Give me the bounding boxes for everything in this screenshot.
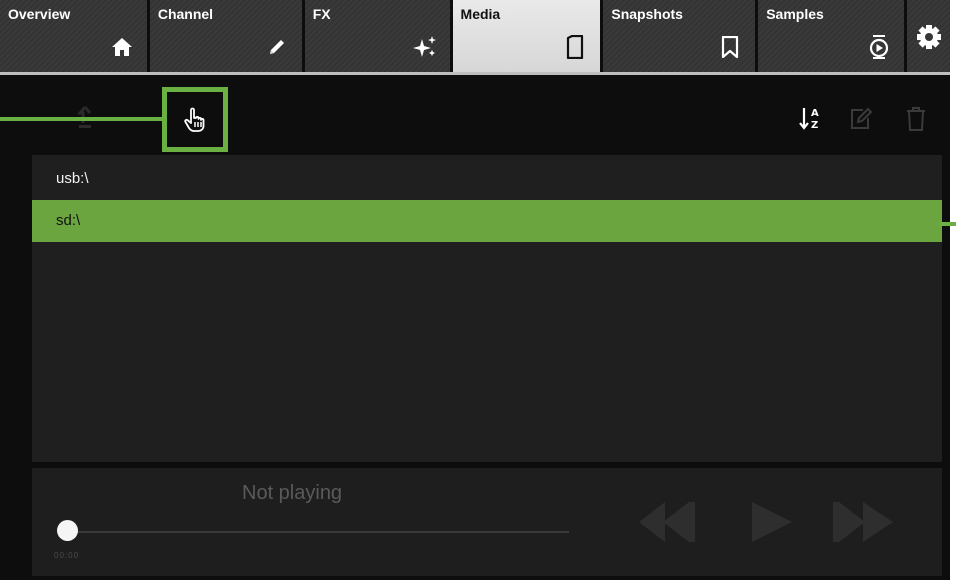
trash-icon[interactable] [900, 103, 932, 135]
tab-label: FX [312, 6, 331, 22]
seek-knob[interactable] [57, 520, 78, 541]
tab-channel[interactable]: Channel [149, 0, 302, 72]
rewind-icon[interactable] [627, 498, 707, 546]
media-player: Not playing 00:00 [32, 468, 942, 576]
play-icon[interactable] [744, 498, 824, 546]
bookmark-icon [717, 34, 743, 60]
tab-fx[interactable]: FX [304, 0, 450, 72]
tab-media[interactable]: Media [452, 0, 601, 72]
sd-card-icon [562, 34, 588, 60]
tab-label: Media [460, 6, 501, 22]
callout-line-right [940, 222, 956, 226]
tab-label: Channel [157, 6, 214, 22]
gear-icon [916, 24, 942, 50]
seek-track[interactable] [69, 531, 569, 533]
sample-player-icon [866, 34, 892, 60]
edit-icon[interactable] [845, 103, 877, 135]
file-list[interactable]: usb:\ sd:\ [32, 155, 942, 462]
svg-text:Z: Z [811, 120, 818, 131]
tab-label: Samples [766, 6, 824, 22]
file-name: sd:\ [56, 212, 81, 229]
callout-line-left [0, 117, 162, 121]
sparkle-icon [412, 34, 438, 60]
file-row-sd[interactable]: sd:\ [32, 200, 942, 242]
file-row-usb[interactable]: usb:\ [32, 158, 942, 200]
pencil-icon [264, 34, 290, 60]
tab-settings[interactable] [907, 0, 950, 72]
tab-snapshots[interactable]: Snapshots [603, 0, 756, 72]
tab-label: Overview [8, 6, 71, 22]
media-toolbar: A Z [0, 75, 950, 150]
fast-forward-icon[interactable] [827, 498, 907, 546]
playback-status: Not playing [242, 482, 343, 504]
tab-samples[interactable]: Samples [758, 0, 905, 72]
file-name: usb:\ [56, 170, 89, 187]
tab-overview[interactable]: Overview [0, 0, 147, 72]
touch-select-highlight [162, 87, 228, 152]
tab-label: Snapshots [611, 6, 683, 22]
tab-bar: Overview Channel FX Media Snapshots Samp… [0, 0, 950, 72]
mixer-screen: Overview Channel FX Media Snapshots Samp… [0, 0, 950, 580]
elapsed-time: 00:00 [54, 551, 80, 560]
home-icon [109, 34, 135, 60]
mixer-screen-device: Overview Channel FX Media Snapshots Samp… [0, 0, 956, 587]
sort-az-icon[interactable]: A Z [796, 103, 826, 133]
svg-text:A: A [811, 108, 819, 119]
